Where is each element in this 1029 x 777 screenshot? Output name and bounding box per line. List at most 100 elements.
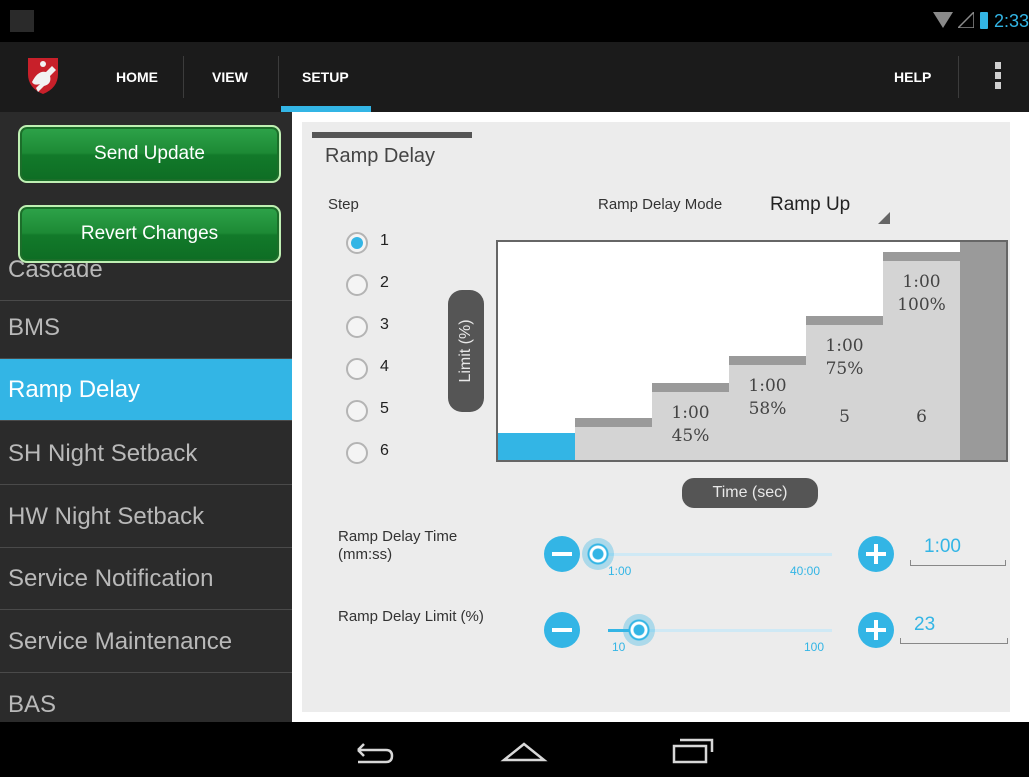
section-title: Ramp Delay xyxy=(325,145,436,167)
sidebar-item-bas[interactable]: BAS xyxy=(0,674,292,722)
time-slider-max-label: 40:00 xyxy=(790,564,821,578)
ramp-delay-time-field[interactable]: 1:00 xyxy=(910,532,1006,566)
minus-icon xyxy=(552,628,572,632)
ramp-step-chart-svg: 1:00 45% 1:00 58% 1:00 75% 5 1:00 100% 6 xyxy=(498,242,1006,460)
plus-icon-vertical xyxy=(874,544,878,564)
chart-step-6: 1:00 100% 6 xyxy=(883,252,960,460)
status-bar: 2:33 xyxy=(0,0,1029,42)
chart-step-time-label: 1:00 xyxy=(748,376,786,396)
ramp-delay-card: Ramp Delay Step Ramp Delay Mode Ramp Up … xyxy=(302,122,1010,712)
step-radio-label: 1 xyxy=(380,232,389,249)
overflow-menu-icon[interactable] xyxy=(985,62,1011,92)
chart-step-limit-label: 100% xyxy=(897,295,946,315)
step-radio-label: 2 xyxy=(380,274,389,291)
recent-apps-icon[interactable] xyxy=(660,730,720,770)
time-decrease-button[interactable] xyxy=(544,536,580,572)
time-slider-min-label: 1:00 xyxy=(608,564,632,578)
chart-step-5: 1:00 75% 5 xyxy=(806,316,883,460)
main-panel: Ramp Delay Step Ramp Delay Mode Ramp Up … xyxy=(292,112,1029,722)
ramp-delay-limit-value: 23 xyxy=(914,614,936,635)
ramp-delay-time-label: Ramp Delay Time (mm:ss) xyxy=(338,528,458,563)
radio-unchecked-icon xyxy=(346,358,368,380)
chart-step-cap xyxy=(806,316,883,325)
nav-home[interactable]: HOME xyxy=(116,42,158,112)
ramp-delay-time-slider[interactable] xyxy=(596,553,832,556)
radio-checked-icon xyxy=(346,232,368,254)
step-radio-label: 4 xyxy=(380,358,389,375)
ramp-delay-mode-label: Ramp Delay Mode xyxy=(598,196,723,213)
nav-view[interactable]: VIEW xyxy=(212,42,248,112)
system-nav-bar xyxy=(0,722,1029,777)
minus-icon xyxy=(552,552,572,556)
radio-unchecked-icon xyxy=(346,442,368,464)
time-increase-button[interactable] xyxy=(858,536,894,572)
setup-sidebar: Cascade BMS Ramp Delay SH Night Setback … xyxy=(0,112,292,722)
sidebar-item-bms[interactable]: BMS xyxy=(0,297,292,359)
step-radio-label: 6 xyxy=(380,442,389,459)
sidebar-item-service-notification[interactable]: Service Notification xyxy=(0,548,292,610)
chart-step-3: 1:00 45% xyxy=(652,383,729,460)
help-button[interactable]: HELP xyxy=(894,42,931,112)
radio-unchecked-icon xyxy=(346,274,368,296)
sidebar-item-hw-night-setback[interactable]: HW Night Setback xyxy=(0,486,292,548)
back-icon[interactable] xyxy=(338,730,398,770)
chart-step-2 xyxy=(575,418,652,460)
sidebar-item-sh-night-setback[interactable]: SH Night Setback xyxy=(0,423,292,485)
nav-divider xyxy=(958,56,959,98)
nav-setup[interactable]: SETUP xyxy=(302,42,349,112)
limit-decrease-button[interactable] xyxy=(544,612,580,648)
chart-step-cap xyxy=(652,383,729,392)
send-update-button[interactable]: Send Update xyxy=(18,125,281,183)
status-clock: 2:33 xyxy=(994,11,1029,31)
dropdown-corner-icon xyxy=(878,212,890,224)
ramp-delay-mode-value: Ramp Up xyxy=(770,194,851,215)
wifi-icon xyxy=(933,12,953,28)
chart-step-time-label: 1:00 xyxy=(825,336,863,356)
ramp-delay-limit-field[interactable]: 23 xyxy=(900,610,1008,644)
ramp-step-chart: 1:00 45% 1:00 58% 1:00 75% 5 1:00 100% 6 xyxy=(496,240,1008,462)
chart-step-bar xyxy=(498,433,575,460)
chart-step-cap xyxy=(883,252,960,261)
step-radio-label: 3 xyxy=(380,316,389,333)
action-bar: HOME VIEW SETUP HELP xyxy=(0,42,1029,112)
sidebar-item-ramp-delay[interactable]: Ramp Delay xyxy=(0,359,292,421)
chart-step-time-label: 1:00 xyxy=(671,403,709,423)
chart-step-number-label: 5 xyxy=(839,407,850,427)
step-label: Step xyxy=(328,196,359,213)
battery-icon xyxy=(980,12,988,29)
y-axis-label-text: Limit (%) xyxy=(457,319,474,383)
chart-step-time-label: 1:00 xyxy=(902,272,940,292)
app-logo-icon[interactable] xyxy=(22,52,64,96)
ramp-delay-mode-select[interactable]: Ramp Up xyxy=(770,194,890,224)
home-icon[interactable] xyxy=(494,730,554,770)
chart-step-cap xyxy=(575,418,652,427)
ramp-delay-time-value: 1:00 xyxy=(924,536,961,557)
revert-changes-button[interactable]: Revert Changes xyxy=(18,205,281,263)
sidebar-item-service-maintenance[interactable]: Service Maintenance xyxy=(0,611,292,673)
chart-step-1 xyxy=(498,433,575,460)
chart-end-column xyxy=(960,242,1006,460)
limit-slider-max-label: 100 xyxy=(804,640,825,654)
chart-step-4: 1:00 58% xyxy=(729,356,806,460)
ramp-delay-limit-label: Ramp Delay Limit (%) xyxy=(338,608,484,625)
limit-slider-min-label: 10 xyxy=(612,640,626,654)
radio-unchecked-icon xyxy=(346,400,368,422)
chart-step-limit-label: 75% xyxy=(826,359,864,379)
radio-unchecked-icon xyxy=(346,316,368,338)
limit-increase-button[interactable] xyxy=(858,612,894,648)
nav-divider xyxy=(183,56,184,98)
chart-step-cap xyxy=(729,356,806,365)
y-axis-label: Limit (%) xyxy=(448,290,484,412)
signal-icon xyxy=(958,12,974,28)
notification-icon xyxy=(10,10,34,32)
chart-step-number-label: 6 xyxy=(916,407,927,427)
plus-icon-vertical xyxy=(874,620,878,640)
nav-divider xyxy=(278,56,279,98)
chart-step-limit-label: 45% xyxy=(672,426,710,446)
step-radio-label: 5 xyxy=(380,400,389,417)
x-axis-label: Time (sec) xyxy=(682,478,818,508)
tablet-screen: 2:33 HOME VIEW SETUP HELP Cascade BMS Ra… xyxy=(0,0,1029,777)
chart-step-limit-label: 58% xyxy=(749,399,787,419)
card-tab-indicator xyxy=(312,132,472,138)
ramp-delay-limit-slider-thumb[interactable] xyxy=(623,614,656,646)
